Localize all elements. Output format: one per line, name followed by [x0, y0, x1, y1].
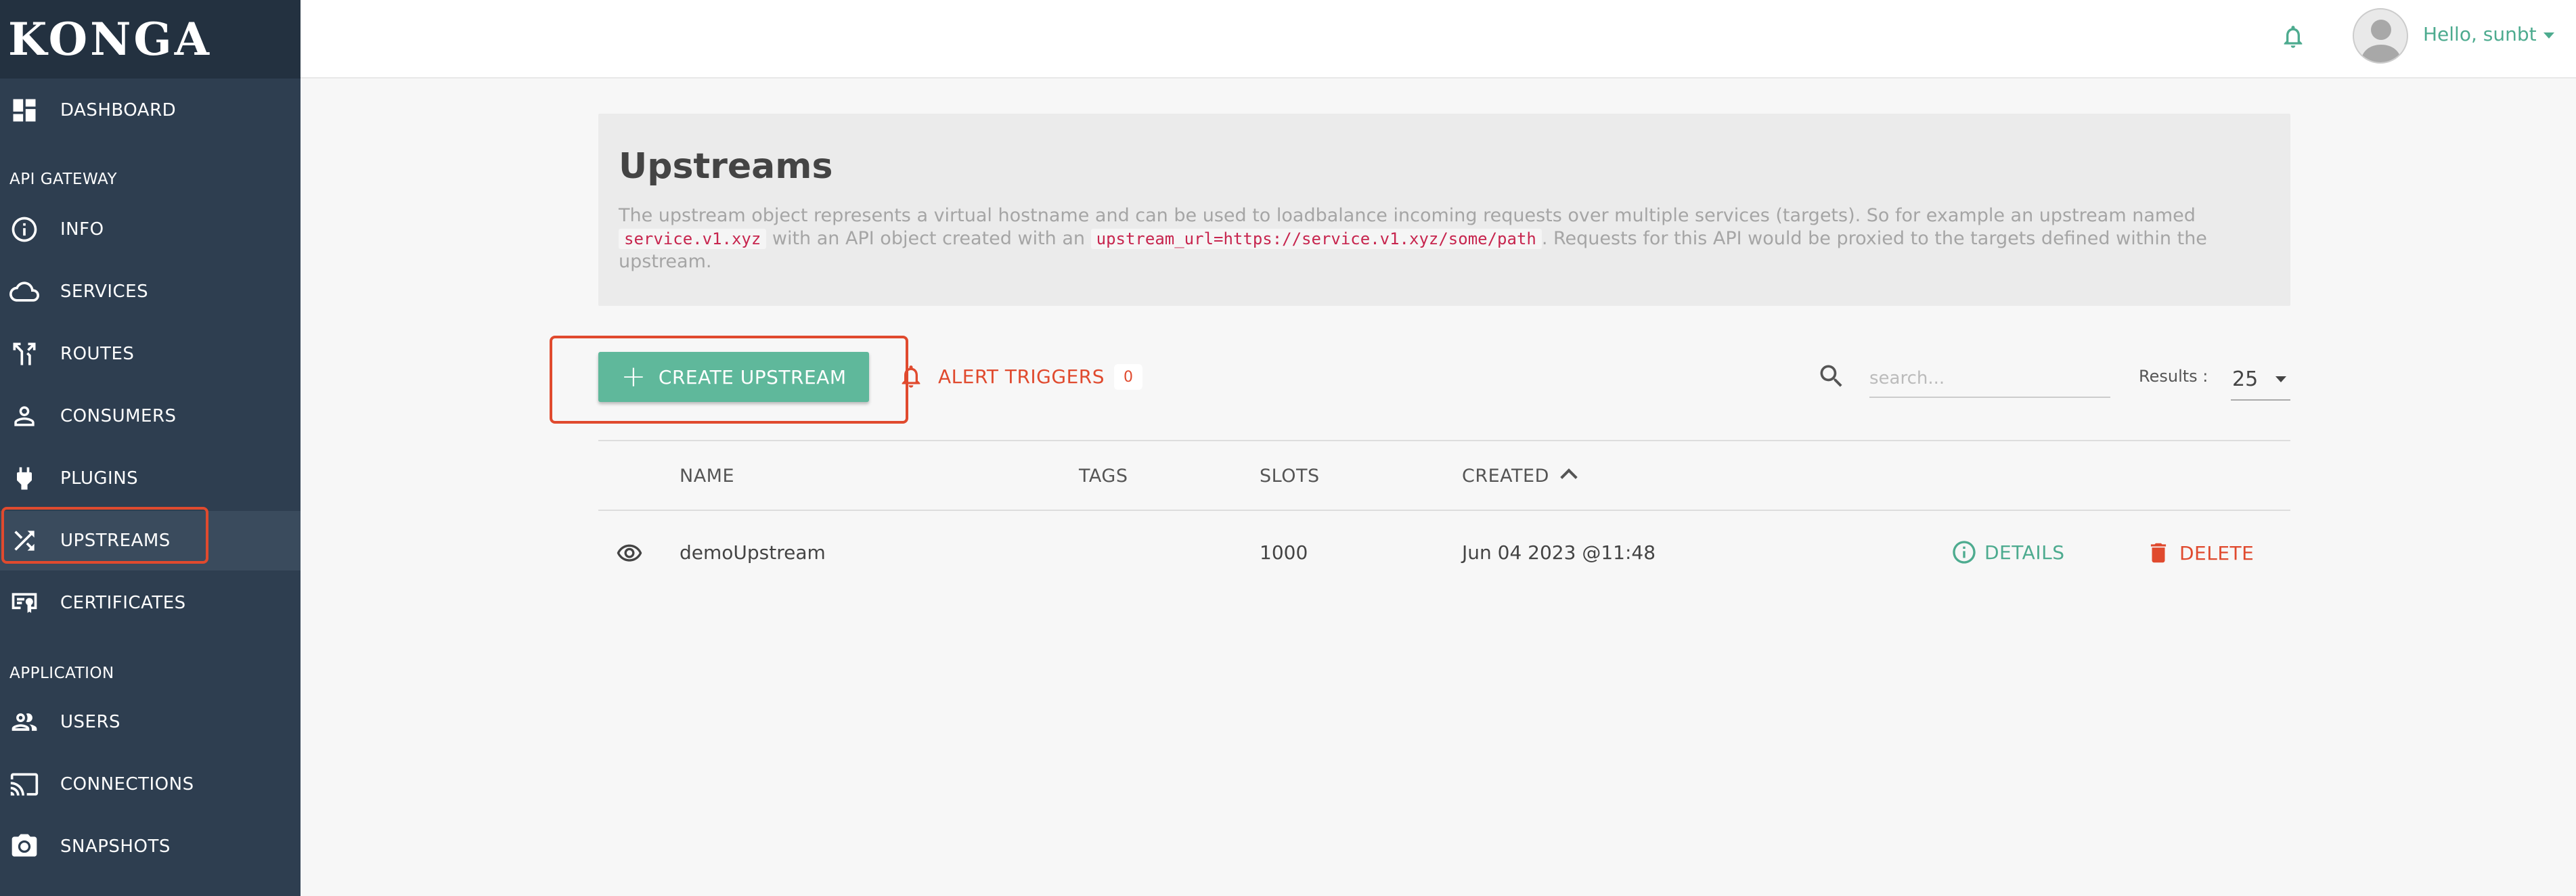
user-greeting: Hello, sunbt — [2423, 23, 2537, 45]
create-upstream-label: CREATE UPSTREAM — [658, 365, 847, 388]
code-snippet: service.v1.xyz — [619, 229, 767, 249]
sidebar-item-routes[interactable]: ROUTES — [0, 324, 301, 384]
chevron-down-icon — [2543, 32, 2554, 39]
avatar[interactable] — [2353, 8, 2408, 64]
sidebar-item-consumers[interactable]: CONSUMERS — [0, 386, 301, 446]
konga-logo[interactable]: KONGA — [8, 13, 212, 66]
sidebar-item-info[interactable]: INFO — [0, 200, 301, 259]
search-icon — [1817, 361, 1846, 391]
dashboard-icon — [9, 95, 39, 125]
delete-label: DELETE — [2179, 541, 2255, 564]
code-snippet: upstream_url=https://service.v1.xyz/some… — [1090, 229, 1542, 249]
alert-count-badge: 0 — [1114, 364, 1142, 390]
sidebar-item-connections[interactable]: CONNECTIONS — [0, 755, 301, 814]
description-text: with an API object created with an — [772, 228, 1086, 249]
top-header — [301, 0, 2576, 79]
sidebar-item-dashboard[interactable]: DASHBOARD — [0, 81, 301, 140]
column-header-label: CREATED — [1462, 466, 1549, 487]
column-header-slots[interactable]: SLOTS — [1260, 466, 1320, 487]
cloud-icon — [9, 277, 39, 307]
alert-triggers-link[interactable]: ALERT TRIGGERS — [938, 365, 1105, 388]
sidebar-item-label: CONNECTIONS — [60, 774, 194, 794]
delete-button[interactable]: DELETE — [2146, 539, 2254, 567]
info-icon — [9, 215, 39, 244]
column-header-tags[interactable]: TAGS — [1079, 466, 1128, 487]
users-icon — [9, 707, 39, 737]
sidebar-item-label: DASHBOARD — [60, 100, 177, 120]
column-header-name[interactable]: NAME — [680, 466, 734, 487]
results-value: 25 — [2232, 367, 2259, 391]
sidebar-item-label: SERVICES — [60, 282, 149, 302]
certificate-icon — [9, 588, 39, 618]
search-input[interactable] — [1869, 360, 2110, 398]
info-panel: Upstreams The upstream object represents… — [598, 114, 2290, 306]
cast-icon — [9, 769, 39, 799]
upstream-name-cell[interactable]: demoUpstream — [680, 541, 826, 564]
plug-icon — [9, 464, 39, 493]
sidebar-section-api-gateway: API GATEWAY — [9, 171, 118, 188]
sidebar-item-snapshots[interactable]: SNAPSHOTS — [0, 817, 301, 876]
camera-icon — [9, 832, 39, 861]
alert-bell-icon[interactable] — [897, 361, 925, 391]
sidebar-item-label: CONSUMERS — [60, 406, 177, 426]
logo-area[interactable]: KONGA — [0, 0, 301, 79]
results-per-page-select[interactable]: 25 — [2231, 359, 2290, 401]
sidebar-item-services[interactable]: SERVICES — [0, 262, 301, 321]
user-menu[interactable]: Hello, sunbt — [2423, 23, 2554, 45]
user-icon — [9, 401, 39, 431]
create-upstream-button[interactable]: + CREATE UPSTREAM — [598, 352, 869, 402]
table-top-border — [598, 440, 2290, 441]
eye-icon[interactable] — [613, 540, 646, 567]
chevron-down-icon — [2275, 376, 2286, 382]
upstreams-highlight-box — [1, 507, 208, 564]
sidebar-item-label: PLUGINS — [60, 468, 139, 489]
details-label: DETAILS — [1984, 541, 2065, 564]
sidebar-item-label: INFO — [60, 219, 104, 240]
upstream-slots-cell: 1000 — [1260, 541, 1308, 564]
details-button[interactable]: DETAILS — [1951, 539, 2064, 566]
sidebar: KONGA DASHBOARD API GATEWAY INFO SERVICE… — [0, 0, 301, 896]
sidebar-item-certificates[interactable]: CERTIFICATES — [0, 573, 301, 633]
description-text: The upstream object represents a virtual… — [619, 205, 2196, 226]
column-header-created[interactable]: CREATED — [1462, 466, 1578, 487]
plus-icon: + — [621, 359, 646, 394]
sidebar-item-label: SNAPSHOTS — [60, 836, 171, 857]
sidebar-item-label: USERS — [60, 712, 121, 732]
sidebar-item-users[interactable]: USERS — [0, 692, 301, 752]
routes-icon — [9, 339, 39, 369]
sidebar-item-plugins[interactable]: PLUGINS — [0, 449, 301, 508]
sidebar-section-application: APPLICATION — [9, 665, 114, 682]
upstream-created-cell: Jun 04 2023 @11:48 — [1462, 541, 1656, 564]
sort-ascending-icon — [1560, 468, 1578, 486]
sidebar-item-label: CERTIFICATES — [60, 593, 186, 613]
page-description: The upstream object represents a virtual… — [619, 204, 2270, 273]
page-title: Upstreams — [619, 146, 833, 187]
sidebar-item-label: ROUTES — [60, 344, 135, 364]
table-header-divider — [598, 510, 2290, 511]
notification-bell-icon[interactable] — [2280, 22, 2307, 51]
results-label: Results : — [2139, 367, 2208, 386]
